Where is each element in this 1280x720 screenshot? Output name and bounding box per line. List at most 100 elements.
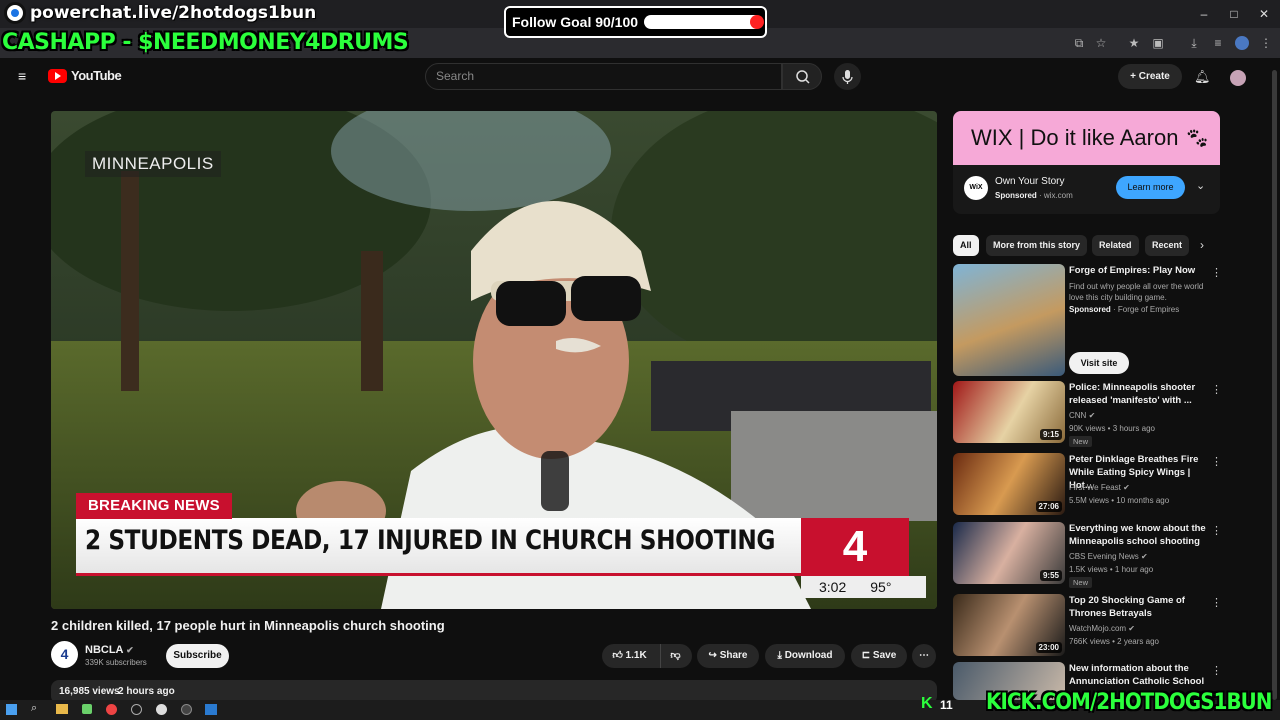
video-title: 2 children killed, 17 people hurt in Min… — [51, 618, 445, 633]
share-label: Share — [719, 650, 748, 661]
recommendation-item[interactable]: 27:06 Peter Dinklage Breathes Fire While… — [953, 453, 1243, 523]
kick-logo-icon: K — [921, 695, 933, 712]
rec-title: Top 20 Shocking Game of Thrones Betrayal… — [1069, 595, 1185, 619]
stream-title-text: powerchat.live/2hotdogs1bun — [30, 3, 317, 23]
create-label: Create — [1138, 71, 1170, 82]
verified-icon: ✔ — [1128, 624, 1135, 633]
channel-avatar[interactable]: 4 — [51, 641, 78, 668]
follow-goal-bar — [644, 15, 765, 29]
bookmark-icon: ⊏ — [861, 650, 873, 661]
thumbnail[interactable]: 23:00 — [953, 594, 1065, 656]
hamburger-menu-icon[interactable]: ≡ — [18, 69, 32, 83]
app-icon[interactable] — [131, 704, 142, 715]
windows-start-icon[interactable] — [6, 704, 17, 715]
youtube-logo[interactable]: YouTube — [48, 68, 122, 83]
kebab-menu-icon[interactable]: ⋮ — [1211, 266, 1222, 279]
ad-meta: Sponsored · wix.com — [995, 191, 1073, 200]
rec-channel-text: CNN — [1069, 411, 1087, 420]
thumbnail[interactable]: 9:15 — [953, 381, 1065, 443]
bookmark-star-icon[interactable]: ☆ — [1094, 36, 1108, 50]
sponsored-ad-card[interactable]: WIX | Do it like Aaron 🐾︎ WiX Own Your S… — [953, 111, 1220, 214]
like-button[interactable]: 👍︎ 1.1K — [602, 644, 657, 668]
share-button[interactable]: ↪ Share — [697, 644, 759, 668]
maximize-icon[interactable]: □ — [1226, 6, 1242, 22]
app-icon[interactable] — [205, 704, 217, 715]
dislike-button[interactable]: 👎︎ — [660, 644, 690, 668]
chip-related[interactable]: Related — [1092, 235, 1139, 256]
learn-more-button[interactable]: Learn more — [1116, 176, 1185, 199]
search-button[interactable] — [782, 63, 822, 90]
rec-channel: CNN ✔ — [1069, 411, 1095, 420]
download-icon[interactable]: ⤓ — [1187, 36, 1201, 50]
rec-meta: 1.5K views • 1 hour ago — [1069, 565, 1154, 574]
viewer-count: 11 — [940, 698, 953, 712]
subscribe-button[interactable]: Subscribe — [166, 644, 229, 668]
kebab-menu-icon[interactable]: ⋮ — [1211, 596, 1222, 609]
ad-banner-text: WIX | Do it like Aaron — [971, 125, 1179, 150]
search-input[interactable]: Search — [425, 63, 782, 90]
thumbnail[interactable] — [953, 264, 1065, 376]
cast-icon[interactable]: ⧉ — [1072, 36, 1086, 50]
verified-icon: ✔ — [1123, 483, 1130, 492]
news-headline: 2 STUDENTS DEAD, 17 INJURED IN CHURCH SH… — [85, 525, 775, 556]
ad-banner[interactable]: WIX | Do it like Aaron 🐾︎ — [953, 111, 1220, 165]
thumbnail[interactable]: 9:55 — [953, 522, 1065, 584]
voice-search-button[interactable] — [834, 63, 861, 90]
chip-recent[interactable]: Recent — [1145, 235, 1189, 256]
recommendation-ad[interactable]: Forge of Empires: Play Now Find out why … — [953, 264, 1243, 376]
rec-meta: 766K views • 2 years ago — [1069, 637, 1159, 646]
kebab-menu-icon[interactable]: ⋮ — [1211, 383, 1222, 396]
recommendation-item[interactable]: 9:15 Police: Minneapolis shooter release… — [953, 381, 1243, 451]
breaking-news-label: BREAKING NEWS — [76, 493, 232, 519]
duration-badge: 23:00 — [1035, 642, 1062, 653]
kebab-menu-icon[interactable]: ⋮ — [1211, 524, 1222, 537]
obs-icon[interactable] — [156, 704, 167, 715]
rec-channel: Forge of Empires — [1117, 305, 1180, 314]
headline-underline — [76, 573, 811, 576]
app-icon[interactable] — [181, 704, 192, 715]
page-scrollbar[interactable] — [1272, 70, 1277, 700]
kebab-menu-icon[interactable]: ⋮ — [1211, 455, 1222, 468]
duration-badge: 9:55 — [1039, 570, 1062, 581]
station-logo: 4 — [801, 518, 909, 576]
microphone-icon — [842, 70, 853, 84]
video-player[interactable]: MINNEAPOLIS BREAKING NEWS 2 STUDENTS DEA… — [51, 111, 937, 609]
notifications-bell-icon[interactable]: 🔔︎ — [1194, 69, 1211, 85]
profile-icon[interactable] — [1235, 36, 1249, 50]
rec-channel-text: First We Feast — [1069, 483, 1121, 492]
visit-site-button[interactable]: Visit site — [1069, 352, 1129, 374]
recommendation-item[interactable]: 9:55 Everything we know about the Minnea… — [953, 522, 1243, 592]
plus-icon: + — [1130, 71, 1139, 82]
reading-list-icon[interactable]: ≡ — [1211, 36, 1225, 50]
save-button[interactable]: ⊏ Save — [851, 644, 907, 668]
download-button[interactable]: ⤓ Download — [765, 644, 845, 668]
avatar[interactable] — [1230, 70, 1246, 86]
thumbnail[interactable]: 27:06 — [953, 453, 1065, 515]
broadcast-time: 3:02 — [819, 579, 847, 595]
save-label: Save — [872, 650, 897, 661]
chip-more-from-story[interactable]: More from this story — [986, 235, 1088, 256]
minimize-icon[interactable]: – — [1196, 6, 1212, 22]
favorites-icon[interactable]: ★ — [1127, 36, 1141, 50]
chrome-icon[interactable] — [106, 704, 117, 715]
close-window-icon[interactable]: ✕ — [1256, 6, 1272, 22]
more-horizontal-icon: ⋯ — [919, 650, 929, 661]
create-button[interactable]: + Create — [1118, 64, 1182, 89]
recommendation-item[interactable]: 23:00 Top 20 Shocking Game of Thrones Be… — [953, 594, 1243, 664]
cashapp-overlay: CASHAPP - $NEEDMONEY4DRUMS — [2, 30, 409, 55]
menu-dots-icon[interactable]: ⋮ — [1259, 36, 1273, 50]
temperature: 95° — [870, 579, 892, 595]
collections-icon[interactable]: ▣ — [1151, 36, 1165, 50]
chip-all[interactable]: All — [953, 235, 979, 256]
rec-meta: 90K views • 3 hours ago — [1069, 424, 1155, 433]
app-icon[interactable] — [82, 704, 92, 714]
rec-description: Find out why people all over the world l… — [1069, 282, 1204, 302]
more-actions-button[interactable]: ⋯ — [912, 644, 936, 668]
chevron-right-icon[interactable]: › — [1200, 238, 1204, 252]
kebab-menu-icon[interactable]: ⋮ — [1211, 664, 1222, 677]
file-explorer-icon[interactable] — [56, 704, 68, 714]
chevron-down-icon[interactable]: ⌄ — [1196, 179, 1205, 192]
channel-name[interactable]: NBCLA ✔ — [85, 644, 134, 656]
rec-sponsored: Sponsored — [1069, 305, 1111, 314]
search-icon[interactable]: ⌕ — [31, 702, 37, 715]
